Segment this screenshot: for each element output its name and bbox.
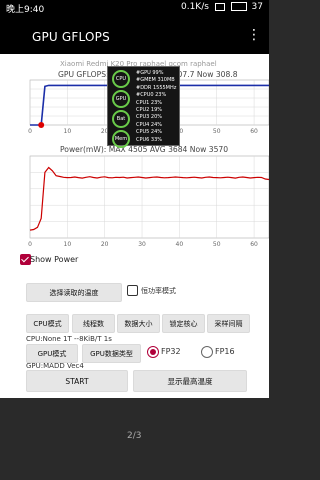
cpu-info: CPU:None 1T --8KiB/T 1s xyxy=(26,335,112,343)
x-tick-label: 40 xyxy=(176,241,184,248)
x-tick-label: 0 xyxy=(28,128,32,135)
app-bar: GPU GFLOPS ⋮ xyxy=(0,14,269,54)
lock-core-button[interactable]: 锁定核心 xyxy=(162,314,205,333)
status-bar: 晚上9:40 0.1K/s 37 xyxy=(0,0,269,15)
constant-power-checkbox[interactable] xyxy=(127,285,138,296)
power-x-ticks: 0 10 20 30 40 50 60 xyxy=(28,241,258,248)
network-speed: 0.1K/s xyxy=(180,2,209,12)
x-tick-label: 50 xyxy=(213,241,221,248)
overlay-line: CPU1 23% xyxy=(136,99,163,106)
status-right: 0.1K/s 37 xyxy=(181,2,263,12)
overlay-gauge-gpu: GPU xyxy=(112,90,130,108)
overlay-line: #GPU 99% xyxy=(136,70,164,76)
overlay-line: #DDR 1555MHz xyxy=(136,84,177,91)
overlay-line: CPU6 33% xyxy=(136,136,163,143)
show-power-label: Show Power xyxy=(30,255,79,264)
x-tick-label: 50 xyxy=(213,128,221,135)
overlay-line: #CPU0 23% xyxy=(136,92,167,99)
sample-interval-button[interactable]: 采样间隔 xyxy=(207,314,250,333)
x-tick-label: 20 xyxy=(101,241,109,248)
cpu-mode-button[interactable]: CPU模式 xyxy=(26,314,69,333)
overlay-line: CPU4 24% xyxy=(136,121,163,128)
gpu-data-type-button[interactable]: GPU数据类型 xyxy=(82,344,141,363)
power-label: Power(mW): MAX 4505 AVG 3684 Now 3570 xyxy=(60,145,228,154)
overlay-line: #GMEM 310MB xyxy=(136,77,175,84)
main-content: Xiaomi Redmi K20 Pro raphael qcom raphae… xyxy=(0,54,269,398)
battery-icon xyxy=(230,2,247,11)
x-tick-label: 0 xyxy=(28,241,32,248)
gpu-info: GPU:MADD Vec4 xyxy=(26,362,84,370)
gflops-start-point xyxy=(38,122,45,128)
gpu-mode-button[interactable]: GPU模式 xyxy=(26,344,78,363)
fp16-radio[interactable] xyxy=(201,346,213,358)
overlay-stats: #GPU 99% #GMEM 310MB #DDR 1555MHz #CPU0 … xyxy=(136,70,178,144)
fp32-label: FP32 xyxy=(161,347,181,356)
overlay-line: CPU3 20% xyxy=(136,114,163,121)
x-tick-label: 30 xyxy=(138,241,146,248)
constant-power-label: 恒功率模式 xyxy=(141,287,176,295)
overlay-line: CPU2 19% xyxy=(136,107,163,114)
x-tick-label: 10 xyxy=(64,241,72,248)
power-chart: Power(mW): MAX 4505 AVG 3684 Now 3570 0 1… xyxy=(28,145,269,248)
overlay-line: CPU5 24% xyxy=(136,129,163,136)
bottom-area: 2/3 xyxy=(0,398,269,480)
fp16-label: FP16 xyxy=(215,347,235,356)
show-max-temp-button[interactable]: 显示最高温度 xyxy=(133,370,247,392)
page-indicator: 2/3 xyxy=(127,431,142,441)
app-title: GPU GFLOPS xyxy=(32,30,110,44)
threads-button[interactable]: 线程数 xyxy=(72,314,115,333)
overflow-menu-icon[interactable]: ⋮ xyxy=(247,27,261,43)
x-tick-label: 60 xyxy=(250,241,258,248)
overlay-gauge-bat: Bat xyxy=(112,110,130,128)
fp32-radio[interactable] xyxy=(147,346,159,358)
wifi-icon xyxy=(214,2,225,11)
overlay-gauges: CPU GPU Bat Mem xyxy=(112,70,134,150)
start-button[interactable]: START xyxy=(26,370,128,392)
x-tick-label: 60 xyxy=(250,128,258,135)
overlay-gauge-mem: Mem xyxy=(112,130,130,148)
monitor-overlay: CPU GPU Bat Mem #GPU 99% #GMEM 310MB #DD… xyxy=(107,66,180,148)
x-tick-label: 10 xyxy=(64,128,72,135)
overlay-gauge-cpu: CPU xyxy=(112,70,130,88)
battery-level: 37 xyxy=(251,2,263,12)
data-size-button[interactable]: 数据大小 xyxy=(117,314,160,333)
select-temperature-button[interactable]: 选择读取的温度 xyxy=(26,283,122,302)
